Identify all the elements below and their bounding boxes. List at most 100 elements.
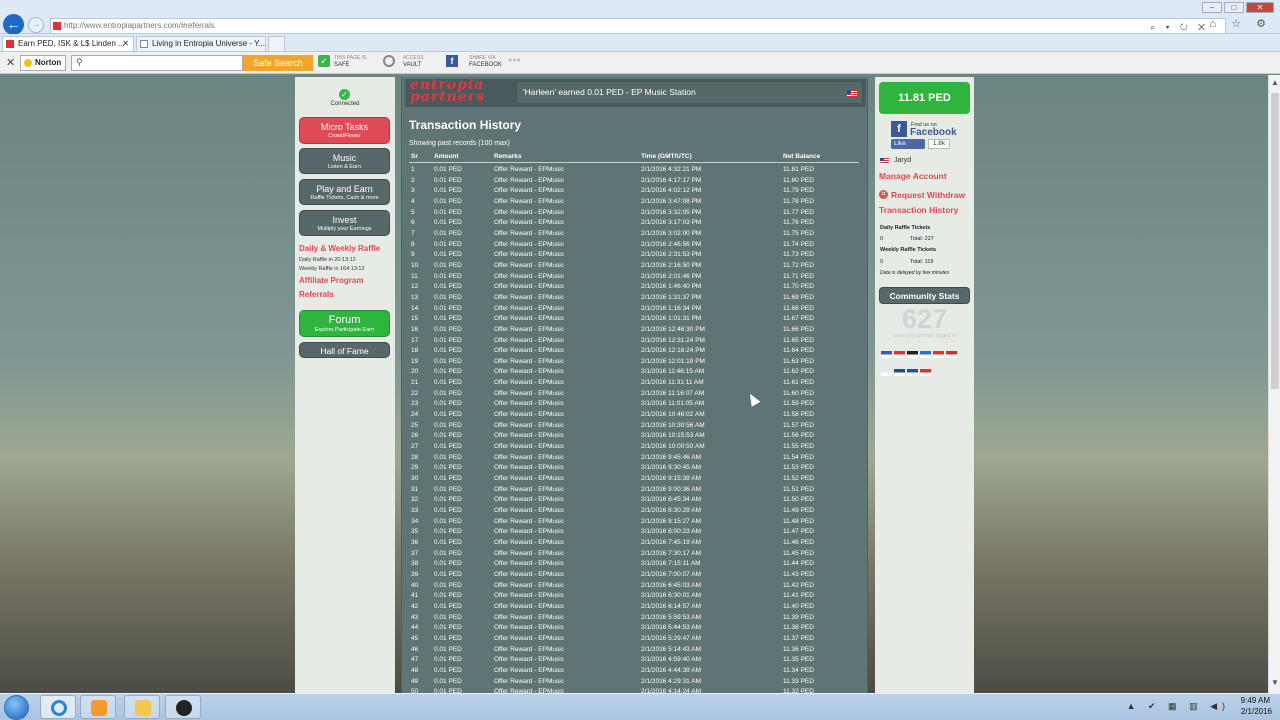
tab-earn-ped[interactable]: Earn PED, ISK & L$ Linden ... ✕: [2, 36, 134, 51]
request-withdraw-link[interactable]: Request Withdraw: [891, 190, 965, 200]
table-row: 4 0.01 PED Offer Reward - EPMusic 2/1/2016 …: [409, 197, 859, 208]
browser-toolbar-icons[interactable]: ⌂ ☆ ⚙: [1210, 17, 1272, 30]
table-row: 31 0.01 PED Offer Reward - EPMusic 2/1/2016…: [409, 485, 859, 496]
community-stats-button[interactable]: Community Stats: [879, 287, 970, 304]
norton-logo[interactable]: Norton: [20, 55, 66, 71]
new-tab-button[interactable]: [268, 36, 285, 51]
table-row: 2 0.01 PED Offer Reward - EPMusic 2/1/2016 …: [409, 176, 859, 187]
norton-search-input[interactable]: ⚲: [71, 55, 243, 71]
forum-button[interactable]: Forum Explore.Participate.Earn: [299, 310, 390, 337]
cell-sr: 15: [411, 315, 419, 323]
cell-time: 2/1/2016 3:32:05 PM: [641, 208, 702, 216]
cell-time: 2/1/2016 8:45:34 AM: [641, 496, 701, 504]
cell-remarks: Offer Reward - EPMusic: [494, 411, 564, 419]
scrollbar-thumb[interactable]: [1271, 93, 1279, 389]
cell-sr: 36: [411, 538, 419, 546]
cell-sr: 44: [411, 624, 419, 632]
cell-sr: 41: [411, 592, 419, 600]
cell-balance: 11.35 PED: [783, 656, 814, 664]
table-row: 24 0.01 PED Offer Reward - EPMusic 2/1/2016…: [409, 410, 859, 421]
country-flag-icon: [933, 351, 944, 358]
cell-remarks: Offer Reward - EPMusic: [494, 517, 564, 525]
referrals-link[interactable]: Referrals: [299, 290, 334, 299]
cell-remarks: Offer Reward - EPMusic: [494, 240, 564, 248]
system-tray-icons[interactable]: ▲ ✔ ▦ ▥ ◀): [1127, 701, 1230, 712]
access-vault[interactable]: ACCESS VAULT: [403, 55, 424, 71]
cell-sr: 20: [411, 368, 419, 376]
daily-ticket-total: Total: 227: [910, 236, 934, 242]
forward-button[interactable]: →: [28, 17, 44, 33]
back-button[interactable]: ←: [3, 14, 24, 35]
url-actions[interactable]: ⌕ ▾ ↻ ✕: [1150, 20, 1209, 34]
fb-like-count: 1.8k: [928, 139, 950, 149]
cell-amount: 0.01 PED: [434, 411, 462, 419]
cell-sr: 8: [411, 240, 415, 248]
invest-button[interactable]: Invest Multiply your Earnings: [299, 210, 390, 236]
toolbar-close-icon[interactable]: ✕: [6, 56, 15, 69]
start-button[interactable]: [4, 695, 29, 720]
taskbar-obs[interactable]: [165, 695, 201, 719]
affiliate-program-link[interactable]: Affiliate Program: [299, 276, 363, 285]
close-window-button[interactable]: ✕: [1246, 2, 1274, 13]
cell-remarks: Offer Reward - EPMusic: [494, 538, 564, 546]
cell-balance: 11.75 PED: [783, 229, 814, 237]
tab-bar: Earn PED, ISK & L$ Linden ... ✕ Living i…: [0, 18, 1280, 52]
table-row: 14 0.01 PED Offer Reward - EPMusic 2/1/2016…: [409, 304, 859, 315]
tab-close-icon[interactable]: ✕: [122, 37, 129, 51]
url-field[interactable]: http://www.entropiapartners.com/#referra…: [50, 18, 1226, 34]
transaction-history-link[interactable]: Transaction History: [879, 205, 958, 215]
cell-time: 2/1/2016 7:15:11 AM: [641, 560, 701, 568]
maximize-button[interactable]: □: [1224, 2, 1244, 13]
scroll-down-icon[interactable]: ▼: [1271, 678, 1279, 687]
share-facebook[interactable]: SHARE VIA FACEBOOK: [469, 55, 502, 71]
taskbar-media-player[interactable]: [80, 695, 116, 719]
cell-sr: 38: [411, 560, 419, 568]
hall-of-fame-button[interactable]: Hall of Fame: [299, 342, 390, 358]
manage-account-link[interactable]: Manage Account: [879, 171, 947, 181]
cell-time: 2/1/2016 12:01:19 PM: [641, 357, 705, 365]
cell-time: 2/1/2016 6:30:01 AM: [641, 592, 701, 600]
table-row: 35 0.01 PED Offer Reward - EPMusic 2/1/2016…: [409, 527, 859, 538]
table-row: 29 0.01 PED Offer Reward - EPMusic 2/1/2016…: [409, 463, 859, 474]
play-and-earn-button[interactable]: Play and Earn Raffle Tickets, Cash & more: [299, 179, 390, 205]
taskbar-ie[interactable]: [40, 695, 76, 719]
table-row: 48 0.01 PED Offer Reward - EPMusic 2/1/2016…: [409, 666, 859, 677]
cell-time: 2/1/2016 5:59:53 AM: [641, 613, 701, 621]
cell-sr: 3: [411, 187, 415, 195]
cell-balance: 11.52 PED: [783, 475, 814, 483]
scroll-up-icon[interactable]: ▲: [1271, 78, 1279, 87]
tab-living-entropia[interactable]: Living in Entropia Universe - Y...: [136, 36, 266, 51]
delay-note: Data is delayed by few minutes: [880, 270, 950, 276]
more-options-icon[interactable]: ●●●: [508, 57, 521, 73]
minimize-button[interactable]: –: [1202, 2, 1222, 13]
cell-balance: 11.64 PED: [783, 347, 814, 355]
cell-balance: 11.78 PED: [783, 197, 814, 205]
safe-search-button[interactable]: Safe Search: [243, 55, 313, 71]
clock-date[interactable]: 2/1/2016: [1241, 707, 1272, 716]
facebook-widget[interactable]: f Find us on Facebook Like 1.8k: [891, 121, 961, 149]
page-safe-status[interactable]: THIS PAGE IS SAFE: [334, 55, 366, 71]
table-row: 40 0.01 PED Offer Reward - EPMusic 2/1/2016…: [409, 581, 859, 592]
table-row: 46 0.01 PED Offer Reward - EPMusic 2/1/2016…: [409, 645, 859, 656]
fb-like-button[interactable]: Like: [891, 139, 925, 149]
taskbar-explorer[interactable]: [124, 695, 160, 719]
cell-sr: 1: [411, 166, 415, 173]
cell-sr: 32: [411, 496, 419, 504]
cell-remarks: Offer Reward - EPMusic: [494, 592, 564, 600]
cell-amount: 0.01 PED: [434, 389, 462, 397]
cell-balance: 11.49 PED: [783, 507, 814, 514]
cell-balance: 11.70 PED: [783, 283, 814, 291]
music-button[interactable]: Music Listen & Earn: [299, 148, 390, 174]
entropia-partners-logo[interactable]: entropia partners: [410, 78, 485, 104]
cell-sr: 25: [411, 421, 419, 429]
connected-status: Connected: [330, 101, 360, 107]
site-favicon-icon: [53, 22, 61, 30]
daily-weekly-raffle-link[interactable]: Daily & Weekly Raffle: [299, 244, 380, 253]
cell-time: 2/1/2016 4:59:40 AM: [641, 656, 701, 664]
cell-time: 2/1/2016 4:02:12 PM: [641, 187, 702, 195]
cell-amount: 0.01 PED: [434, 592, 462, 600]
page-scrollbar[interactable]: ▲ ▼: [1268, 75, 1280, 693]
micro-tasks-button[interactable]: Micro Tasks CrowdFlower: [299, 117, 390, 144]
cell-sr: 40: [411, 581, 419, 589]
clock-time[interactable]: 9:49 AM: [1241, 696, 1270, 705]
